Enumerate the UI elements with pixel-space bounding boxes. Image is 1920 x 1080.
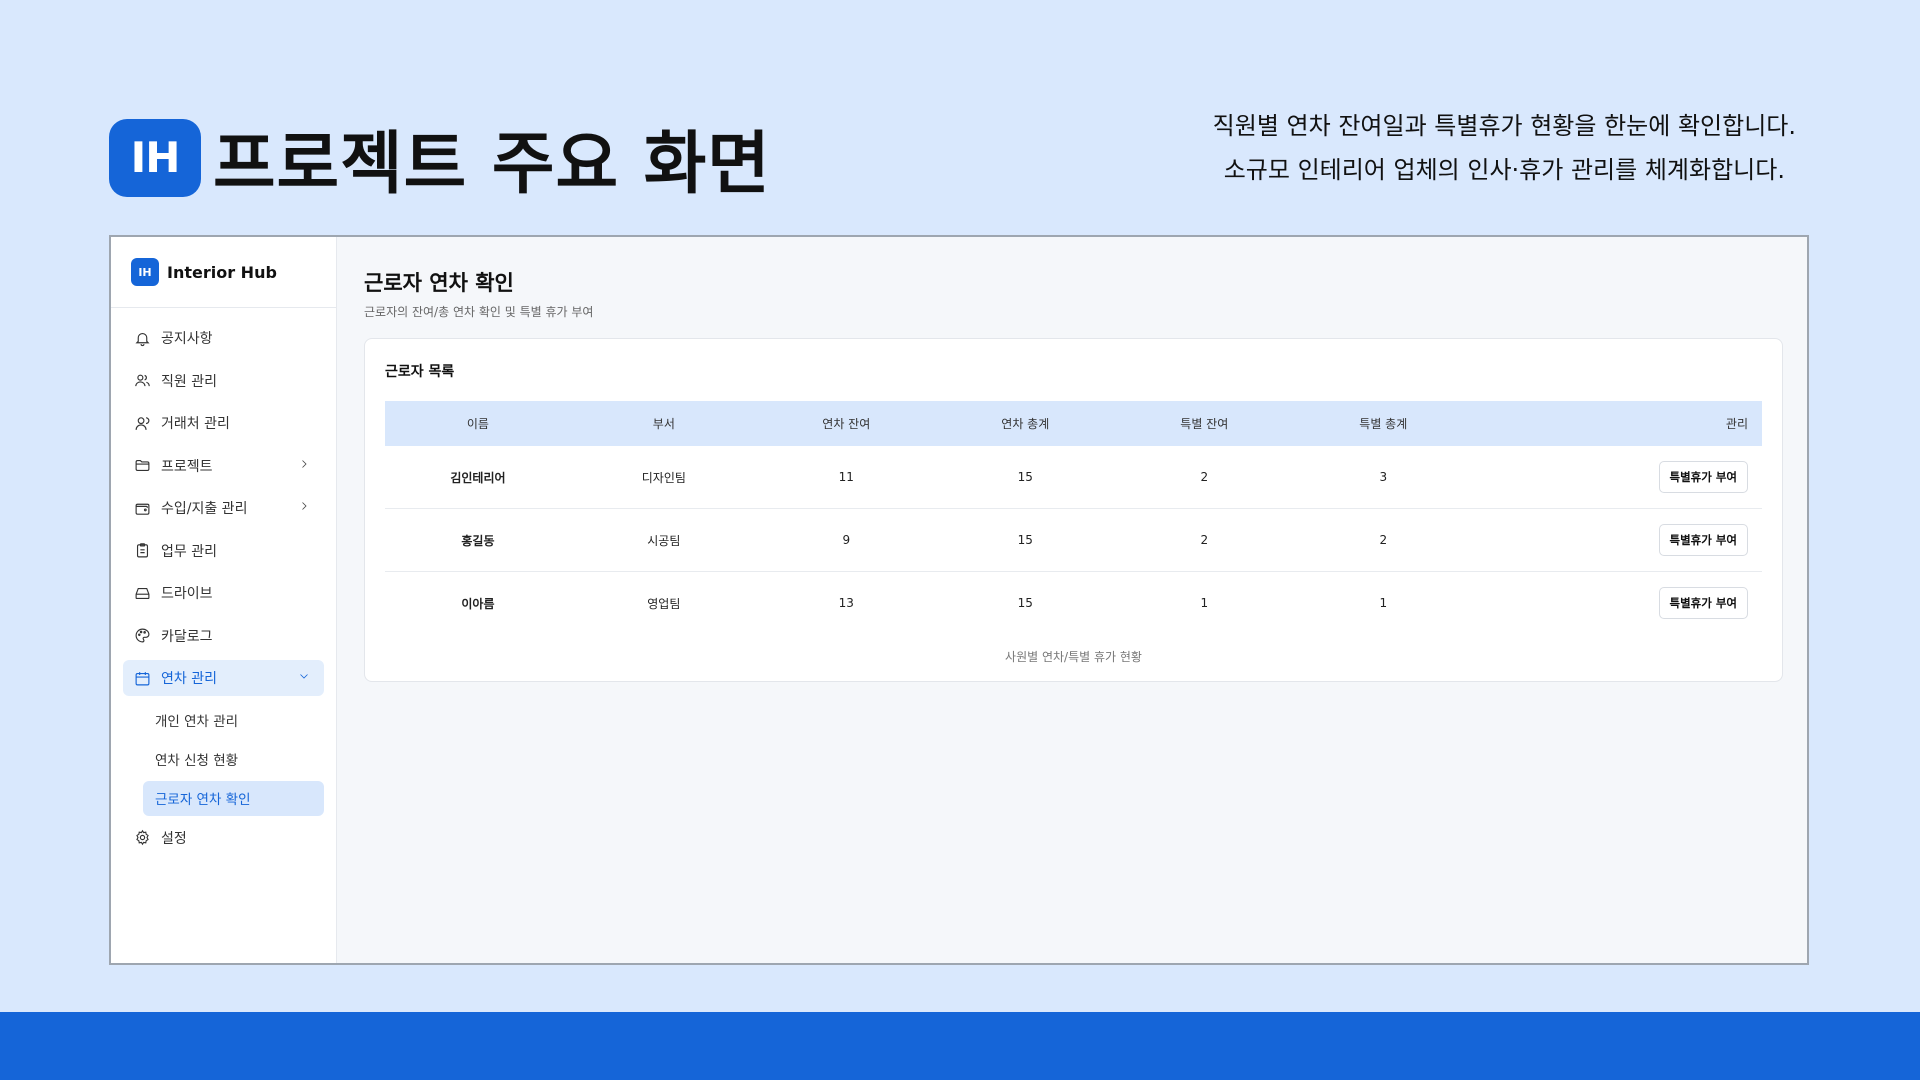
cell-manage: 특별휴가 부여: [1472, 508, 1762, 572]
slide-title: 프로젝트 주요 화면: [213, 125, 771, 204]
gear-icon: [133, 829, 151, 847]
sidebar-item-employees[interactable]: 직원 관리: [123, 363, 324, 399]
slide-description: 직원별 연차 잔여일과 특별휴가 현황을 한눈에 확인합니다. 소규모 인테리어…: [1213, 104, 1796, 192]
sidebar-item-label: 드라이브: [161, 586, 213, 602]
page-title: 근로자 연차 확인: [364, 271, 514, 295]
column-header-special-total: 특별 총계: [1293, 401, 1473, 446]
card-title: 근로자 목록: [385, 364, 455, 380]
cell-manage: 특별휴가 부여: [1472, 446, 1762, 509]
grant-special-leave-button[interactable]: 특별휴가 부여: [1658, 461, 1748, 493]
sidebar: IH Interior Hub 공지사항 직원 관리 거래처 관리 프로젝트 수…: [111, 237, 337, 963]
sidebar-item-label: 업무 관리: [161, 543, 217, 560]
table-header-row: 이름 부서 연차 잔여 연차 총계 특별 잔여 특별 총계 관리: [385, 401, 1762, 446]
chevron-down-icon: [298, 670, 310, 682]
page-subtitle: 근로자의 잔여/총 연차 확인 및 특별 휴가 부여: [364, 305, 594, 319]
cell-annual-left: 11: [756, 446, 936, 509]
table-row: 김인테리어 디자인팀 11 15 2 3 특별휴가 부여: [385, 446, 1762, 509]
column-header-annual-left: 연차 잔여: [756, 401, 936, 446]
calendar-icon: [133, 669, 151, 687]
sidebar-nav: 공지사항 직원 관리 거래처 관리 프로젝트 수입/지출 관리 업무 관리 드라…: [111, 308, 336, 696]
cell-special-left: 2: [1114, 508, 1294, 572]
slide-description-line: 직원별 연차 잔여일과 특별휴가 현황을 한눈에 확인합니다.: [1212, 112, 1796, 140]
app-window: IH Interior Hub 공지사항 직원 관리 거래처 관리 프로젝트 수…: [109, 235, 1809, 965]
sidebar-item-label: 카달로그: [161, 628, 213, 645]
palette-icon: [133, 627, 151, 645]
slide-header: IH 프로젝트 주요 화면: [109, 108, 771, 207]
employee-list-card: 근로자 목록 이름 부서 연차 잔여 연차 총계 특별 잔여 특별 총계 관리: [364, 338, 1783, 682]
sidebar-subitem-leave-requests[interactable]: 연차 신청 현황: [143, 742, 324, 777]
slide-logo: IH: [109, 118, 201, 197]
cell-special-total: 1: [1379, 596, 1388, 610]
leave-sub-nav: 개인 연차 관리 연차 신청 현황 근로자 연차 확인: [111, 703, 336, 816]
users-icon: [133, 372, 151, 390]
cell-annual-left: 9: [756, 508, 936, 572]
brand[interactable]: IH Interior Hub: [111, 237, 336, 308]
sidebar-subitem-personal-leave[interactable]: 개인 연차 관리: [143, 703, 324, 738]
sidebar-item-finance[interactable]: 수입/지출 관리: [123, 490, 324, 526]
slide-description-line: 소규모 인테리어 업체의 인사·휴가 관리를 체계화합니다.: [1223, 156, 1785, 184]
cell-dept: 디자인팀: [570, 446, 757, 509]
column-header-special-left: 특별 잔여: [1114, 401, 1294, 446]
employee-table: 이름 부서 연차 잔여 연차 총계 특별 잔여 특별 총계 관리 김인테리어 디…: [385, 401, 1762, 634]
cell-annual-total: 15: [1017, 596, 1033, 610]
bell-icon: [133, 329, 151, 347]
cell-annual-total: 15: [935, 446, 1115, 509]
user-group-icon: [133, 414, 151, 432]
sidebar-item-label: 프로젝트: [161, 458, 213, 475]
cell-special-left: 1: [1200, 596, 1209, 610]
sidebar-item-clients[interactable]: 거래처 관리: [123, 405, 324, 441]
table-row: 이아름 영업팀 13 15 1 1 특별휴가 부여: [385, 572, 1762, 635]
table-caption: 사원별 연차/특별 휴가 현황: [1005, 650, 1142, 664]
column-header-annual-total: 연차 총계: [935, 401, 1115, 446]
chevron-right-icon: [298, 500, 310, 512]
sidebar-item-label: 거래처 관리: [161, 416, 230, 432]
cell-special-total: 3: [1293, 446, 1473, 509]
sidebar-nav-bottom: 설정: [111, 820, 336, 856]
cell-dept: 영업팀: [647, 596, 681, 611]
table-row: 홍길동 시공팀 9 15 2 2 특별휴가 부여: [385, 508, 1762, 572]
sidebar-item-label: 직원 관리: [161, 373, 217, 390]
column-header-name: 이름: [385, 401, 571, 446]
cell-annual-left: 13: [838, 596, 854, 610]
cell-manage: 특별휴가 부여: [1473, 572, 1762, 635]
bottom-accent-bar: [0, 1012, 1920, 1080]
cell-dept: 시공팀: [570, 508, 757, 572]
cell-annual-total: 15: [935, 508, 1115, 572]
grant-special-leave-button[interactable]: 특별휴가 부여: [1658, 524, 1748, 556]
main-content: 근로자 연차 확인 근로자의 잔여/총 연차 확인 및 특별 휴가 부여 근로자…: [337, 237, 1807, 963]
column-header-manage: 관리: [1472, 401, 1762, 446]
grant-special-leave-button[interactable]: 특별휴가 부여: [1658, 587, 1748, 619]
cell-name: 김인테리어: [385, 446, 571, 509]
cell-special-left: 2: [1114, 446, 1294, 509]
sidebar-item-projects[interactable]: 프로젝트: [123, 448, 324, 484]
cell-name: 홍길동: [385, 508, 571, 572]
folder-icon: [133, 457, 151, 475]
sidebar-item-tasks[interactable]: 업무 관리: [123, 533, 324, 569]
brand-name: Interior Hub: [167, 262, 277, 282]
sidebar-item-label: 연차 관리: [161, 671, 217, 687]
wallet-icon: [133, 499, 151, 517]
brand-logo: IH: [131, 258, 159, 286]
sidebar-item-settings[interactable]: 설정: [123, 820, 324, 856]
sidebar-item-notices[interactable]: 공지사항: [123, 320, 324, 356]
cell-special-total: 2: [1293, 508, 1473, 572]
column-header-dept: 부서: [570, 401, 757, 446]
sidebar-subitem-worker-leave[interactable]: 근로자 연차 확인: [143, 780, 324, 816]
chevron-right-icon: [298, 458, 310, 470]
sidebar-item-label: 설정: [161, 830, 187, 847]
sidebar-item-label: 공지사항: [161, 331, 213, 347]
cell-name: 이아름: [461, 596, 495, 611]
sidebar-item-leave[interactable]: 연차 관리: [123, 660, 324, 696]
sidebar-item-label: 수입/지출 관리: [161, 501, 248, 517]
clipboard-icon: [133, 542, 151, 560]
drive-icon: [133, 584, 151, 602]
sidebar-item-drive[interactable]: 드라이브: [123, 575, 324, 611]
sidebar-item-catalog[interactable]: 카달로그: [123, 618, 324, 654]
